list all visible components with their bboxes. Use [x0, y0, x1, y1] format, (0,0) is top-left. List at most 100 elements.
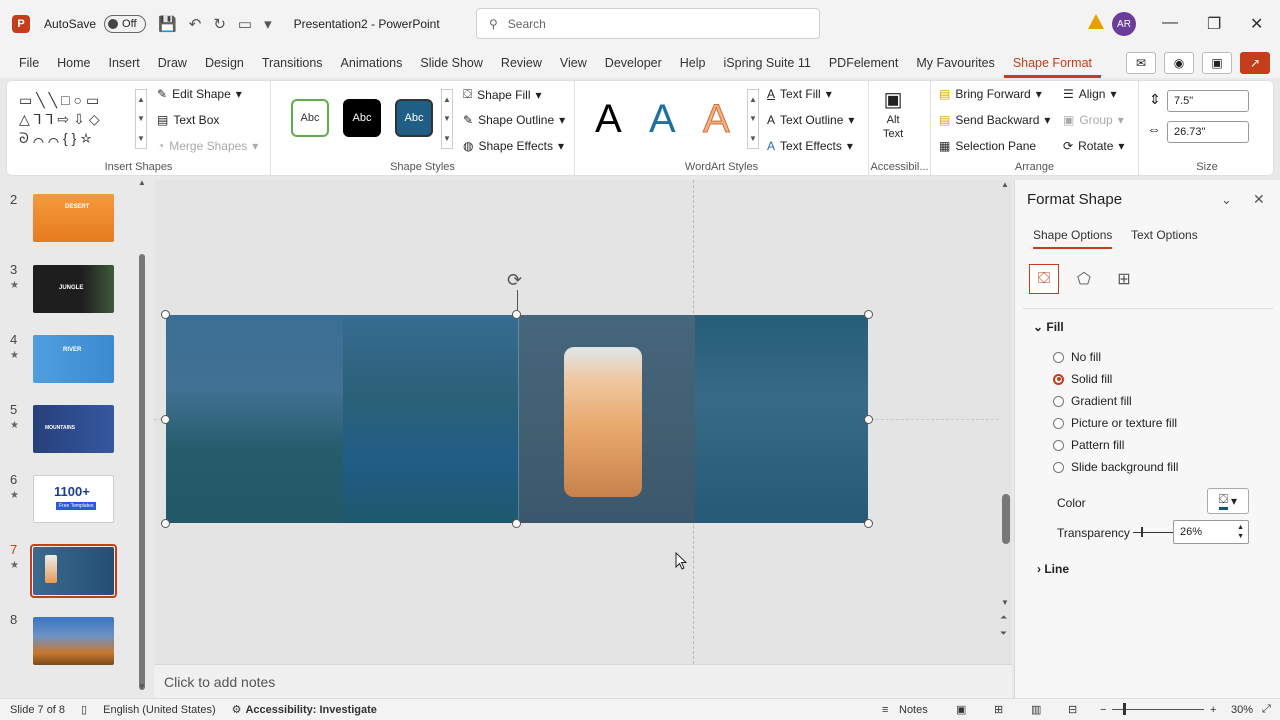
resize-handle[interactable]	[864, 415, 873, 424]
accessibility-status[interactable]: Accessibility: Investigate	[245, 704, 376, 716]
tab-animations[interactable]: Animations	[332, 48, 412, 78]
slide-thumb-4[interactable]: RIVER	[33, 335, 114, 383]
radio-solid-fill[interactable]: Solid fill	[1053, 372, 1112, 386]
normal-view-icon[interactable]: ▣	[956, 703, 966, 716]
radio-no-fill[interactable]: No fill	[1053, 350, 1101, 364]
record-icon[interactable]: ◉	[1164, 52, 1194, 74]
resize-handle[interactable]	[161, 415, 170, 424]
tab-my-favourites[interactable]: My Favourites	[907, 48, 1004, 78]
zoom-in-icon[interactable]: +	[1210, 704, 1216, 716]
tab-design[interactable]: Design	[196, 48, 253, 78]
slide-thumb-3[interactable]: JUNGLE	[33, 265, 114, 313]
tab-text-options[interactable]: Text Options	[1131, 228, 1198, 242]
text-outline-button[interactable]: A Text Outline ▾	[767, 113, 854, 127]
reading-view-icon[interactable]: ▥	[1031, 703, 1041, 716]
tab-home[interactable]: Home	[48, 48, 99, 78]
undo-icon[interactable]: ↶	[189, 15, 202, 33]
text-effects-button[interactable]: A Text Effects ▾	[767, 139, 853, 153]
redo-icon[interactable]: ↻	[213, 15, 226, 33]
color-picker-button[interactable]: ⛋ ▾	[1207, 488, 1249, 514]
shape-style-blue[interactable]: Abc	[395, 99, 433, 137]
radio-pattern-fill[interactable]: Pattern fill	[1053, 438, 1124, 452]
transparency-slider[interactable]	[1133, 527, 1173, 537]
shapes-scroll[interactable]: ▲ ▼ ▼	[135, 89, 147, 149]
tab-file[interactable]: File	[10, 48, 48, 78]
tab-transitions[interactable]: Transitions	[253, 48, 332, 78]
thumbnail-scrollbar[interactable]: ▲ ▼	[138, 178, 146, 691]
close-icon[interactable]: ✕	[1250, 14, 1263, 34]
shape-outline-button[interactable]: ✎ Shape Outline ▾	[463, 113, 565, 127]
fill-section-toggle[interactable]: ⌄ Fill	[1033, 320, 1064, 334]
wordart-orange[interactable]: A	[703, 97, 731, 142]
spelling-icon[interactable]: ▯	[81, 703, 87, 716]
line-section-toggle[interactable]: › Line	[1037, 562, 1069, 576]
notes-pane[interactable]: Click to add notes	[154, 664, 1012, 698]
accessibility-icon[interactable]: ⚙	[232, 703, 242, 716]
tab-review[interactable]: Review	[492, 48, 551, 78]
tab-pdfelement[interactable]: PDFelement	[820, 48, 907, 78]
desert-image-card[interactable]	[564, 347, 642, 497]
resize-handle[interactable]	[512, 310, 521, 319]
text-box-button[interactable]: ▤ Text Box	[157, 113, 219, 127]
effects-pentagon-icon[interactable]: ⬠	[1069, 264, 1099, 294]
present-icon[interactable]: ▭	[238, 15, 252, 33]
transparent-overlay-rectangle[interactable]	[166, 315, 868, 523]
maximize-icon[interactable]: ❐	[1207, 14, 1221, 34]
tab-help[interactable]: Help	[671, 48, 715, 78]
radio-slide-background-fill[interactable]: Slide background fill	[1053, 460, 1178, 474]
fill-line-icon[interactable]: ⛋	[1029, 264, 1059, 294]
warning-icon[interactable]	[1088, 14, 1104, 29]
tab-shape-options[interactable]: Shape Options	[1033, 228, 1113, 249]
selected-shape-group[interactable]	[166, 315, 868, 523]
resize-handle[interactable]	[512, 519, 521, 528]
slide-thumb-8[interactable]	[33, 617, 114, 665]
slide-thumb-2[interactable]: DESERT	[33, 194, 114, 242]
tab-slide-show[interactable]: Slide Show	[411, 48, 492, 78]
tab-ispring[interactable]: iSpring Suite 11	[715, 48, 820, 78]
resize-handle[interactable]	[161, 519, 170, 528]
zoom-slider-thumb[interactable]	[1123, 703, 1126, 715]
teams-icon[interactable]: ▣	[1202, 52, 1232, 74]
wordart-scroll[interactable]: ▲ ▼ ▼	[747, 89, 759, 149]
size-properties-icon[interactable]: ⊞	[1109, 264, 1139, 294]
tab-draw[interactable]: Draw	[149, 48, 196, 78]
zoom-out-icon[interactable]: −	[1100, 704, 1106, 716]
fit-slide-icon[interactable]: ⤢	[1262, 703, 1271, 716]
autosave-toggle[interactable]: Off	[104, 15, 147, 33]
shape-fill-button[interactable]: ⛋ Shape Fill ▾	[463, 87, 542, 102]
text-fill-button[interactable]: A Text Fill ▾	[767, 87, 832, 101]
shape-effects-button[interactable]: ◍ Shape Effects ▾	[463, 139, 564, 153]
share-icon[interactable]: ↗	[1240, 52, 1270, 74]
align-button[interactable]: ☰ Align ▾	[1063, 87, 1116, 101]
canvas-scrollbar[interactable]: ▲ ▼ ⏶ ⏷	[1000, 180, 1012, 644]
resize-handle[interactable]	[161, 310, 170, 319]
height-field[interactable]: 7.5"	[1167, 90, 1249, 112]
tab-view[interactable]: View	[551, 48, 596, 78]
notes-icon[interactable]: ≡	[882, 704, 888, 716]
shape-style-black[interactable]: Abc	[343, 99, 381, 137]
rotate-button[interactable]: ⟳ Rotate ▾	[1063, 139, 1124, 153]
pane-close-icon[interactable]: ✕	[1253, 191, 1265, 208]
zoom-level[interactable]: 30%	[1231, 704, 1253, 716]
rotate-handle-icon[interactable]: ⟳	[507, 270, 522, 291]
tab-developer[interactable]: Developer	[596, 48, 671, 78]
selection-pane-button[interactable]: ▦ Selection Pane	[939, 139, 1036, 153]
width-field[interactable]: 26.73"	[1167, 121, 1249, 143]
avatar[interactable]: AR	[1112, 12, 1136, 36]
alt-text-button[interactable]: ▣ Alt Text	[883, 87, 903, 140]
slide-thumb-5[interactable]: MOUNTAINS	[33, 405, 114, 453]
search-input[interactable]: ⚲ Search	[476, 8, 820, 39]
resize-handle[interactable]	[864, 519, 873, 528]
slideshow-icon[interactable]: ⊟	[1068, 703, 1077, 716]
bring-forward-button[interactable]: ▤ Bring Forward ▾	[939, 87, 1042, 101]
customize-qat-icon[interactable]: ▾	[264, 15, 272, 33]
pane-options-chevron-icon[interactable]: ⌄	[1221, 192, 1232, 208]
slide-sorter-icon[interactable]: ⊞	[994, 703, 1003, 716]
shape-style-outline[interactable]: Abc	[291, 99, 329, 137]
language[interactable]: English (United States)	[103, 704, 216, 716]
shapes-gallery[interactable]: ▭╲╲□○▭ △⅂⅂⇨⇩◇ ᘐ⌒⌒{}☆	[19, 91, 135, 147]
tab-shape-format[interactable]: Shape Format	[1003, 48, 1102, 78]
transparency-input[interactable]: 26% ▲ ▼	[1173, 520, 1249, 544]
tab-insert[interactable]: Insert	[100, 48, 149, 78]
send-backward-button[interactable]: ▤ Send Backward ▾	[939, 113, 1050, 127]
